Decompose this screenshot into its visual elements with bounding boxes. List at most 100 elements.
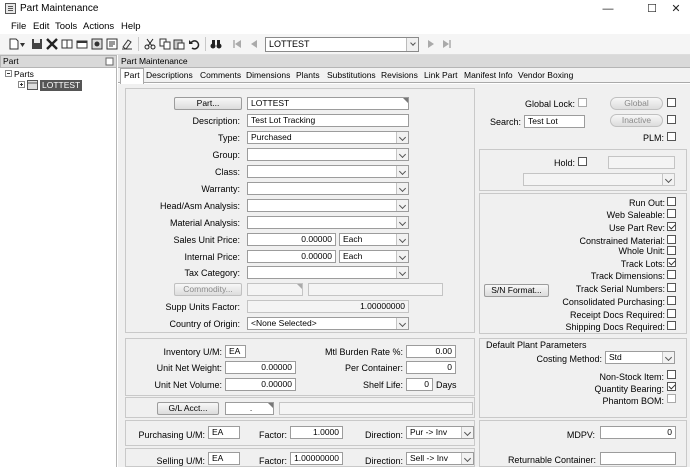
tab-dimensions[interactable]: Dimensions	[246, 70, 290, 80]
selling-direction-select[interactable]: Sell -> Inv	[406, 452, 474, 465]
tab-vendor-boxing[interactable]: Vendor Boxing	[518, 70, 573, 80]
internal-price-field[interactable]: 0.00000	[247, 250, 336, 263]
selling-uom-field[interactable]: EA	[208, 452, 240, 465]
inventory-uom-field[interactable]: EA	[225, 345, 246, 358]
internal-uom-select[interactable]: Each	[339, 250, 409, 263]
global-button[interactable]: Global	[610, 97, 663, 110]
global-lock-checkbox[interactable]	[578, 98, 587, 107]
description-field[interactable]: Test Lot Tracking	[247, 114, 409, 127]
material-analysis-select[interactable]	[247, 216, 409, 229]
menu-file[interactable]: File	[11, 21, 26, 32]
paste-icon[interactable]	[173, 38, 185, 50]
undo-icon[interactable]	[188, 38, 200, 50]
group-select[interactable]	[247, 148, 409, 161]
returnable-container-field[interactable]	[600, 452, 676, 465]
purchasing-factor-field[interactable]: 1.0000	[290, 426, 343, 439]
gl-acct-field[interactable]: .	[225, 402, 274, 415]
preview-icon[interactable]	[76, 38, 88, 50]
menu-actions[interactable]: Actions	[83, 21, 114, 32]
track-lots-checkbox[interactable]	[667, 258, 676, 267]
first-record-icon[interactable]	[231, 38, 243, 50]
menu-help[interactable]: Help	[121, 21, 141, 32]
tab-comments[interactable]: Comments	[200, 70, 241, 80]
collapse-icon[interactable]	[5, 70, 12, 77]
sn-format-button[interactable]: S/N Format...	[484, 284, 549, 297]
head-asm-select[interactable]	[247, 199, 409, 212]
new-icon[interactable]	[8, 38, 20, 50]
shipping-docs-checkbox[interactable]	[667, 321, 676, 330]
run-out-checkbox[interactable]	[667, 197, 676, 206]
search-field[interactable]: Test Lot	[524, 115, 585, 128]
delete-icon[interactable]	[46, 38, 58, 50]
whole-unit-checkbox[interactable]	[667, 246, 676, 255]
track-dimensions-checkbox[interactable]	[667, 270, 676, 279]
commodity-field[interactable]	[247, 283, 303, 296]
part-button[interactable]: Part...	[174, 97, 242, 110]
use-part-rev-checkbox[interactable]	[667, 222, 676, 231]
mdpv-field[interactable]: 0	[600, 426, 676, 439]
tab-substitutions[interactable]: Substitutions	[327, 70, 376, 80]
purchasing-uom-field[interactable]: EA	[208, 426, 240, 439]
close-button[interactable]: ✕	[664, 1, 688, 17]
pin-icon[interactable]	[105, 57, 114, 66]
type-select[interactable]: Purchased	[247, 131, 409, 144]
mtl-burden-field[interactable]: 0.00	[406, 345, 456, 358]
note-icon[interactable]	[106, 38, 118, 50]
binoculars-icon[interactable]	[210, 38, 222, 50]
selling-factor-field[interactable]: 1.00000000	[290, 452, 343, 465]
expand-icon[interactable]	[18, 81, 25, 88]
tab-revisions[interactable]: Revisions	[381, 70, 418, 80]
purchasing-direction-select[interactable]: Pur -> Inv	[406, 426, 474, 439]
tab-link-part[interactable]: Link Part	[424, 70, 458, 80]
per-container-field[interactable]: 0	[406, 361, 456, 374]
quantity-bearing-checkbox[interactable]	[667, 382, 676, 391]
supp-factor-field[interactable]: 1.00000000	[247, 300, 409, 313]
menu-tools[interactable]: Tools	[55, 21, 77, 32]
copy-icon[interactable]	[159, 38, 171, 50]
inactive-button[interactable]: Inactive	[610, 114, 663, 127]
warranty-select[interactable]	[247, 182, 409, 195]
phantom-bom-checkbox[interactable]	[667, 394, 676, 403]
receipt-docs-checkbox[interactable]	[667, 309, 676, 318]
track-serial-checkbox[interactable]	[667, 283, 676, 292]
net-weight-field[interactable]: 0.00000	[225, 361, 296, 374]
tab-part[interactable]: Part	[120, 68, 144, 84]
sales-uom-select[interactable]: Each	[339, 233, 409, 246]
non-stock-checkbox[interactable]	[667, 370, 676, 379]
minimize-button[interactable]: —	[596, 1, 620, 17]
tab-descriptions[interactable]: Descriptions	[146, 70, 193, 80]
tree-item-lottest[interactable]: LOTTEST	[40, 80, 83, 91]
clear-icon[interactable]	[121, 38, 133, 50]
new-dropdown-icon[interactable]	[20, 43, 25, 47]
net-volume-field[interactable]: 0.00000	[225, 378, 296, 391]
consolidated-purchasing-checkbox[interactable]	[667, 296, 676, 305]
shelf-life-field[interactable]: 0	[406, 378, 433, 391]
hold-checkbox[interactable]	[578, 157, 587, 166]
tab-manifest-info[interactable]: Manifest Info	[464, 70, 513, 80]
hold-reason-select[interactable]	[523, 173, 675, 186]
save-icon[interactable]	[31, 38, 43, 50]
cut-icon[interactable]	[144, 38, 156, 50]
commodity-button[interactable]: Commodity...	[174, 283, 242, 296]
global-checkbox[interactable]	[667, 98, 676, 107]
constrained-material-checkbox[interactable]	[667, 235, 676, 244]
gl-acct-button[interactable]: G/L Acct...	[157, 402, 219, 415]
next-record-icon[interactable]	[425, 38, 437, 50]
class-select[interactable]	[247, 165, 409, 178]
maximize-button[interactable]: ☐	[640, 1, 664, 17]
tab-plants[interactable]: Plants	[296, 70, 320, 80]
web-saleable-checkbox[interactable]	[667, 209, 676, 218]
sales-price-field[interactable]: 0.00000	[247, 233, 336, 246]
part-field[interactable]: LOTTEST	[247, 97, 409, 110]
origin-select[interactable]: <None Selected>	[247, 317, 409, 330]
inactive-checkbox[interactable]	[667, 115, 676, 124]
menu-edit[interactable]: Edit	[33, 21, 49, 32]
previous-record-icon[interactable]	[248, 38, 260, 50]
tax-category-select[interactable]	[247, 266, 409, 279]
last-record-icon[interactable]	[441, 38, 453, 50]
record-selector[interactable]: LOTTEST	[265, 37, 419, 52]
plm-checkbox[interactable]	[667, 132, 676, 141]
tree-root[interactable]: Parts	[14, 69, 34, 79]
costing-method-select[interactable]: Std	[605, 351, 675, 364]
attachment-icon[interactable]	[91, 38, 103, 50]
